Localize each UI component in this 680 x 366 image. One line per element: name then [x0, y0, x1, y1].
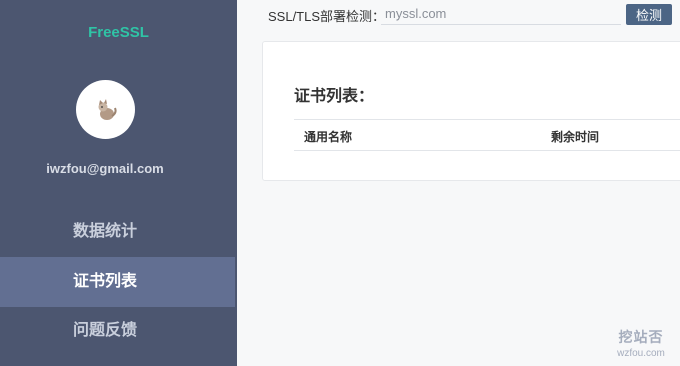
- sidebar-item-certificates[interactable]: 证书列表: [0, 257, 235, 307]
- sidebar-item-feedback[interactable]: 问题反馈: [0, 306, 235, 356]
- watermark: 挖站否 wzfou.com: [611, 327, 671, 359]
- avatar[interactable]: [76, 80, 135, 139]
- brand-logo[interactable]: FreeSSL: [0, 24, 237, 41]
- column-header-remaining-time[interactable]: 剩余时间: [551, 128, 599, 145]
- certificate-card: 证书列表： 通用名称 剩余时间: [262, 41, 680, 181]
- sidebar: FreeSSL iwzfou@gmail.com 数据统计 证书列表 问题反馈: [0, 0, 237, 366]
- page-title: 证书列表：: [294, 88, 375, 105]
- sidebar-item-statistics[interactable]: 数据统计: [0, 207, 235, 257]
- user-email: iwzfou@gmail.com: [46, 161, 164, 176]
- watermark-name: 挖站否: [618, 329, 664, 345]
- detect-label: SSL/TLS部署检测：: [268, 9, 386, 24]
- detect-input[interactable]: [381, 3, 621, 25]
- watermark-domain: wzfou.com: [617, 348, 665, 359]
- avatar-cat-icon: [98, 99, 117, 120]
- detect-button[interactable]: 检测: [626, 4, 672, 25]
- table-header: 通用名称 剩余时间: [294, 119, 680, 151]
- column-header-common-name[interactable]: 通用名称: [304, 128, 352, 145]
